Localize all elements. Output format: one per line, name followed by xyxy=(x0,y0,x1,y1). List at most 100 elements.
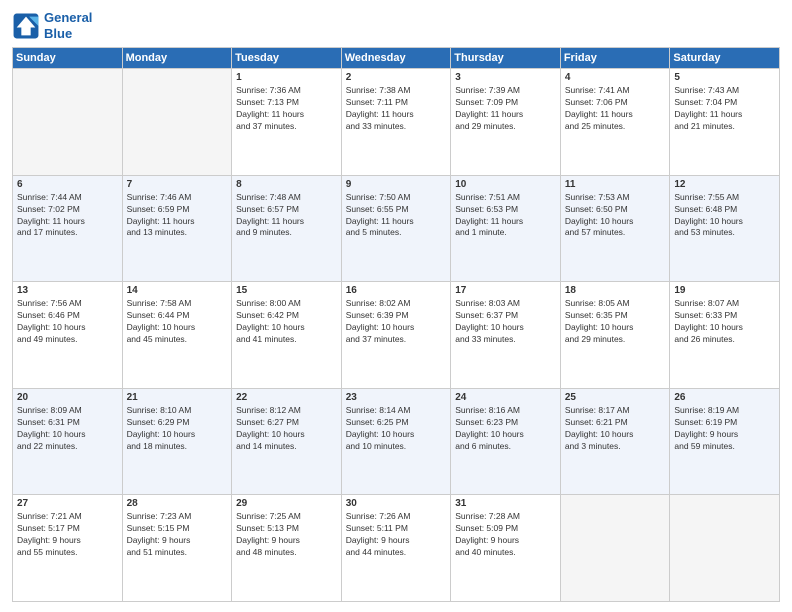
calendar-day-cell: 11 Sunrise: 7:53 AM Sunset: 6:50 PM Dayli… xyxy=(560,175,670,282)
calendar-day-cell: 17 Sunrise: 8:03 AM Sunset: 6:37 PM Dayli… xyxy=(451,282,561,389)
calendar-day-cell: 8 Sunrise: 7:48 AM Sunset: 6:57 PM Daylig… xyxy=(232,175,342,282)
calendar-body: 1Sunrise: 7:36 AM Sunset: 7:13 PM Daylig… xyxy=(13,69,780,602)
day-info: Sunrise: 8:19 AM Sunset: 6:19 PM Dayligh… xyxy=(674,405,775,453)
logo: General Blue xyxy=(12,10,92,41)
calendar-day-cell: 30 Sunrise: 7:26 AM Sunset: 5:11 PM Dayli… xyxy=(341,495,451,602)
day-info: Sunrise: 8:14 AM Sunset: 6:25 PM Dayligh… xyxy=(346,405,447,453)
calendar-day-cell: 15 Sunrise: 8:00 AM Sunset: 6:42 PM Dayli… xyxy=(232,282,342,389)
day-info: Sunrise: 7:48 AM Sunset: 6:57 PM Dayligh… xyxy=(236,192,337,240)
day-number: 13 xyxy=(17,285,118,296)
day-info: Sunrise: 7:50 AM Sunset: 6:55 PM Dayligh… xyxy=(346,192,447,240)
day-number: 2 xyxy=(346,72,447,83)
weekday-header: Sunday xyxy=(13,48,123,69)
day-info: Sunrise: 8:17 AM Sunset: 6:21 PM Dayligh… xyxy=(565,405,666,453)
weekday-header: Saturday xyxy=(670,48,780,69)
calendar-day-cell: 2 Sunrise: 7:38 AM Sunset: 7:11 PM Daylig… xyxy=(341,69,451,176)
calendar-day-cell xyxy=(670,495,780,602)
day-info: Sunrise: 8:02 AM Sunset: 6:39 PM Dayligh… xyxy=(346,298,447,346)
calendar-table: SundayMondayTuesdayWednesdayThursdayFrid… xyxy=(12,47,780,602)
day-number: 19 xyxy=(674,285,775,296)
day-info: Sunrise: 7:23 AM Sunset: 5:15 PM Dayligh… xyxy=(127,511,228,559)
day-number: 31 xyxy=(455,498,556,509)
day-number: 1 xyxy=(236,72,337,83)
day-info: Sunrise: 7:51 AM Sunset: 6:53 PM Dayligh… xyxy=(455,192,556,240)
day-number: 12 xyxy=(674,179,775,190)
day-number: 15 xyxy=(236,285,337,296)
calendar-day-cell: 16 Sunrise: 8:02 AM Sunset: 6:39 PM Dayli… xyxy=(341,282,451,389)
day-info: Sunrise: 7:38 AM Sunset: 7:11 PM Dayligh… xyxy=(346,85,447,133)
day-number: 29 xyxy=(236,498,337,509)
day-info: Sunrise: 7:28 AM Sunset: 5:09 PM Dayligh… xyxy=(455,511,556,559)
day-info: Sunrise: 8:05 AM Sunset: 6:35 PM Dayligh… xyxy=(565,298,666,346)
calendar-day-cell: 7 Sunrise: 7:46 AM Sunset: 6:59 PM Daylig… xyxy=(122,175,232,282)
weekday-header: Wednesday xyxy=(341,48,451,69)
day-info: Sunrise: 8:16 AM Sunset: 6:23 PM Dayligh… xyxy=(455,405,556,453)
calendar-day-cell: 28Sunrise: 7:23 AM Sunset: 5:15 PM Dayli… xyxy=(122,495,232,602)
calendar-day-cell: 20Sunrise: 8:09 AM Sunset: 6:31 PM Dayli… xyxy=(13,388,123,495)
calendar-header-row: SundayMondayTuesdayWednesdayThursdayFrid… xyxy=(13,48,780,69)
day-info: Sunrise: 8:12 AM Sunset: 6:27 PM Dayligh… xyxy=(236,405,337,453)
day-number: 5 xyxy=(674,72,775,83)
day-info: Sunrise: 7:53 AM Sunset: 6:50 PM Dayligh… xyxy=(565,192,666,240)
weekday-header: Monday xyxy=(122,48,232,69)
logo-icon xyxy=(12,12,40,40)
day-number: 6 xyxy=(17,179,118,190)
logo-text: General Blue xyxy=(44,10,92,41)
day-number: 10 xyxy=(455,179,556,190)
calendar-day-cell: 6 Sunrise: 7:44 AM Sunset: 7:02 PM Daylig… xyxy=(13,175,123,282)
calendar-week-row: 20Sunrise: 8:09 AM Sunset: 6:31 PM Dayli… xyxy=(13,388,780,495)
day-number: 11 xyxy=(565,179,666,190)
day-number: 30 xyxy=(346,498,447,509)
day-info: Sunrise: 7:41 AM Sunset: 7:06 PM Dayligh… xyxy=(565,85,666,133)
calendar-day-cell: 25Sunrise: 8:17 AM Sunset: 6:21 PM Dayli… xyxy=(560,388,670,495)
day-number: 4 xyxy=(565,72,666,83)
day-info: Sunrise: 7:21 AM Sunset: 5:17 PM Dayligh… xyxy=(17,511,118,559)
day-number: 27 xyxy=(17,498,118,509)
day-number: 24 xyxy=(455,392,556,403)
day-info: Sunrise: 8:09 AM Sunset: 6:31 PM Dayligh… xyxy=(17,405,118,453)
calendar-day-cell: 9 Sunrise: 7:50 AM Sunset: 6:55 PM Daylig… xyxy=(341,175,451,282)
day-info: Sunrise: 7:56 AM Sunset: 6:46 PM Dayligh… xyxy=(17,298,118,346)
calendar-day-cell: 23 Sunrise: 8:14 AM Sunset: 6:25 PM Dayli… xyxy=(341,388,451,495)
calendar-day-cell: 13 Sunrise: 7:56 AM Sunset: 6:46 PM Dayli… xyxy=(13,282,123,389)
calendar-day-cell: 10 Sunrise: 7:51 AM Sunset: 6:53 PM Dayli… xyxy=(451,175,561,282)
day-info: Sunrise: 8:03 AM Sunset: 6:37 PM Dayligh… xyxy=(455,298,556,346)
day-number: 8 xyxy=(236,179,337,190)
weekday-header: Thursday xyxy=(451,48,561,69)
calendar-day-cell: 1Sunrise: 7:36 AM Sunset: 7:13 PM Daylig… xyxy=(232,69,342,176)
day-number: 17 xyxy=(455,285,556,296)
day-info: Sunrise: 7:46 AM Sunset: 6:59 PM Dayligh… xyxy=(127,192,228,240)
day-number: 26 xyxy=(674,392,775,403)
day-info: Sunrise: 8:00 AM Sunset: 6:42 PM Dayligh… xyxy=(236,298,337,346)
day-number: 7 xyxy=(127,179,228,190)
calendar-day-cell xyxy=(13,69,123,176)
weekday-header: Friday xyxy=(560,48,670,69)
calendar-day-cell: 21Sunrise: 8:10 AM Sunset: 6:29 PM Dayli… xyxy=(122,388,232,495)
calendar-day-cell xyxy=(560,495,670,602)
day-number: 18 xyxy=(565,285,666,296)
day-info: Sunrise: 7:55 AM Sunset: 6:48 PM Dayligh… xyxy=(674,192,775,240)
day-info: Sunrise: 7:44 AM Sunset: 7:02 PM Dayligh… xyxy=(17,192,118,240)
calendar-day-cell: 22 Sunrise: 8:12 AM Sunset: 6:27 PM Dayli… xyxy=(232,388,342,495)
day-info: Sunrise: 7:39 AM Sunset: 7:09 PM Dayligh… xyxy=(455,85,556,133)
day-info: Sunrise: 7:58 AM Sunset: 6:44 PM Dayligh… xyxy=(127,298,228,346)
day-info: Sunrise: 8:07 AM Sunset: 6:33 PM Dayligh… xyxy=(674,298,775,346)
day-info: Sunrise: 8:10 AM Sunset: 6:29 PM Dayligh… xyxy=(127,405,228,453)
calendar-day-cell: 27 Sunrise: 7:21 AM Sunset: 5:17 PM Dayli… xyxy=(13,495,123,602)
calendar-day-cell: 5Sunrise: 7:43 AM Sunset: 7:04 PM Daylig… xyxy=(670,69,780,176)
header: General Blue xyxy=(12,10,780,41)
day-number: 23 xyxy=(346,392,447,403)
calendar-day-cell: 24 Sunrise: 8:16 AM Sunset: 6:23 PM Dayli… xyxy=(451,388,561,495)
calendar-day-cell: 29Sunrise: 7:25 AM Sunset: 5:13 PM Dayli… xyxy=(232,495,342,602)
calendar-day-cell: 31 Sunrise: 7:28 AM Sunset: 5:09 PM Dayli… xyxy=(451,495,561,602)
day-number: 16 xyxy=(346,285,447,296)
day-number: 9 xyxy=(346,179,447,190)
calendar-day-cell: 18 Sunrise: 8:05 AM Sunset: 6:35 PM Dayli… xyxy=(560,282,670,389)
calendar-day-cell: 14Sunrise: 7:58 AM Sunset: 6:44 PM Dayli… xyxy=(122,282,232,389)
calendar-week-row: 13 Sunrise: 7:56 AM Sunset: 6:46 PM Dayli… xyxy=(13,282,780,389)
day-info: Sunrise: 7:26 AM Sunset: 5:11 PM Dayligh… xyxy=(346,511,447,559)
day-number: 22 xyxy=(236,392,337,403)
calendar-day-cell: 26 Sunrise: 8:19 AM Sunset: 6:19 PM Dayli… xyxy=(670,388,780,495)
calendar-day-cell: 3Sunrise: 7:39 AM Sunset: 7:09 PM Daylig… xyxy=(451,69,561,176)
calendar-day-cell: 4 Sunrise: 7:41 AM Sunset: 7:06 PM Daylig… xyxy=(560,69,670,176)
